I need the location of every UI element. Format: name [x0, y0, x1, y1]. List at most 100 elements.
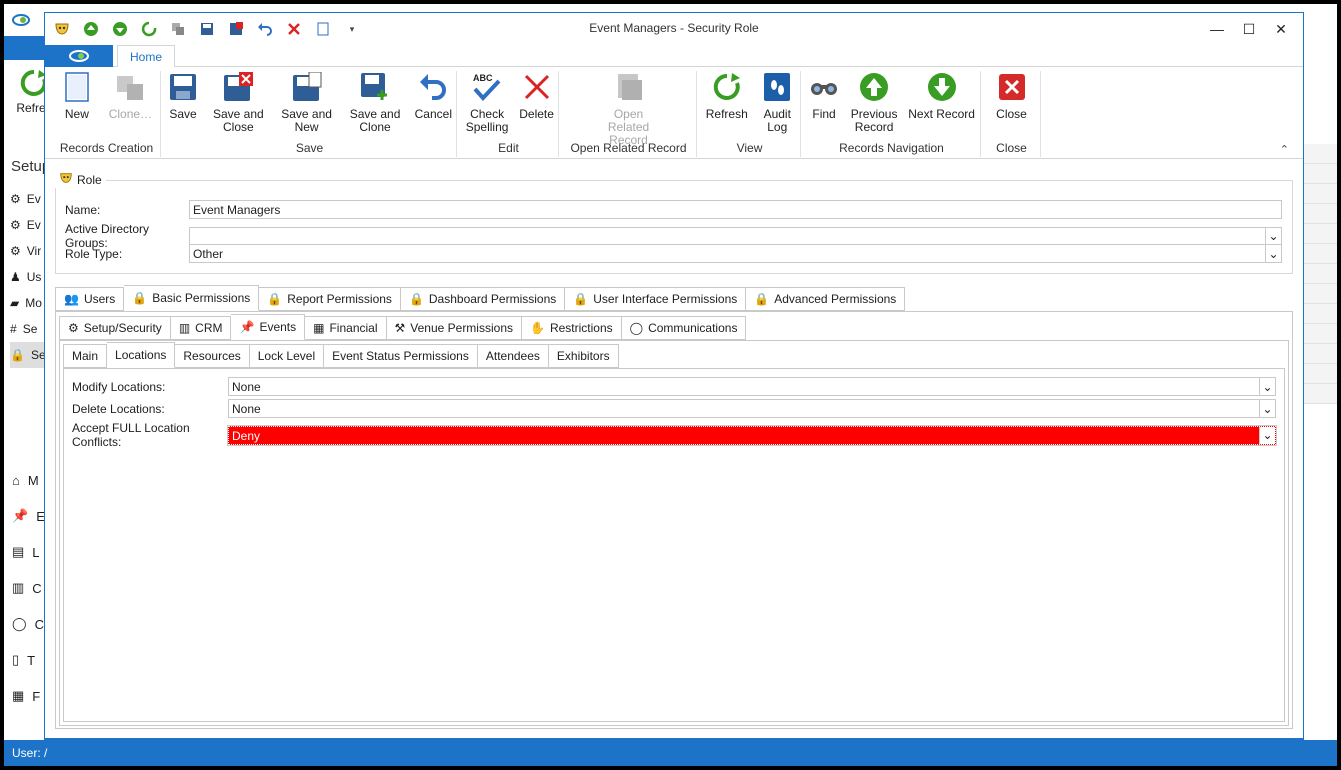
chevron-down-icon[interactable]: ⌄	[1265, 245, 1281, 262]
bg-nav-item[interactable]: ▤ L	[12, 534, 45, 570]
ad-groups-field[interactable]: ⌄	[189, 226, 1282, 246]
accept-full-conflicts-select[interactable]: Deny ⌄	[227, 424, 1277, 446]
new-label: New	[64, 107, 89, 121]
bg-list-item[interactable]: ▰ Mo	[10, 290, 46, 316]
tab-label: Event Status Permissions	[332, 349, 469, 363]
clone-icon	[114, 71, 146, 103]
refresh-icon	[711, 71, 743, 103]
calculator-icon: ▦	[313, 321, 325, 335]
close-button[interactable]: Close	[992, 71, 1032, 121]
bg-list-item[interactable]: # Se	[10, 316, 46, 342]
collapse-ribbon-icon[interactable]: ⌃	[1280, 143, 1289, 156]
delete-locations-select[interactable]: None ⌄	[228, 399, 1276, 418]
save-and-close-label: Save and Close	[212, 107, 264, 134]
users-icon: 👥	[64, 292, 79, 306]
open-related-record-button[interactable]: Open Related Record	[589, 71, 669, 147]
new-button[interactable]: New	[57, 71, 97, 121]
title-bar[interactable]: ▾ Event Managers - Security Role — ☐ ✕	[45, 13, 1303, 45]
group-close: Close Close	[983, 71, 1041, 157]
tab-crm[interactable]: ▥ CRM	[170, 316, 232, 340]
tab-events[interactable]: 📌 Events	[231, 314, 306, 340]
tab-basic-permissions[interactable]: 🔒 Basic Permissions	[124, 285, 260, 311]
bg-list-item[interactable]: ⚙ Vir	[10, 238, 46, 264]
minimize-button[interactable]: —	[1203, 17, 1231, 41]
delete-icon	[521, 71, 553, 103]
tab-setup-security[interactable]: ⚙ Setup/Security	[59, 316, 171, 340]
maximize-button[interactable]: ☐	[1235, 17, 1263, 41]
audit-log-button[interactable]: Audit Log	[757, 71, 797, 134]
related-record-icon	[613, 71, 645, 103]
tab-restrictions[interactable]: ✋ Restrictions	[522, 316, 622, 340]
stop-hand-icon: ✋	[530, 321, 545, 335]
close-window-button[interactable]: ✕	[1267, 17, 1295, 41]
permissions-tabs: 👥 Users 🔒 Basic Permissions 🔒 Report Permis…	[55, 285, 906, 311]
save-and-new-button[interactable]: Save and New	[274, 71, 340, 134]
role-type-field[interactable]: Other ⌄	[189, 244, 1282, 263]
name-field[interactable]: Event Managers	[189, 200, 1282, 219]
security-role-window: ▾ Event Managers - Security Role — ☐ ✕ H…	[44, 12, 1304, 745]
tab-advanced-permissions[interactable]: 🔒 Advanced Permissions	[746, 287, 906, 311]
group-label: View	[736, 141, 763, 155]
bg-nav-item[interactable]: ⌂ M	[12, 462, 45, 498]
bg-list-item[interactable]: 🔒 Se	[10, 342, 46, 368]
chevron-down-icon[interactable]: ⌄	[1265, 227, 1281, 245]
accept-full-conflicts-value: Deny	[232, 428, 261, 443]
undo-icon	[417, 71, 449, 103]
find-label: Find	[812, 107, 836, 121]
tab-dashboard-permissions[interactable]: 🔒 Dashboard Permissions	[400, 287, 566, 311]
tab-financial[interactable]: ▦ Financial	[305, 316, 387, 340]
refresh-button[interactable]: Refresh	[702, 71, 752, 134]
tab-event-status-permissions[interactable]: Event Status Permissions	[324, 344, 478, 368]
bg-list-item[interactable]: ♟ Us	[10, 264, 46, 290]
group-save: Save Save and Close Save and New Save an…	[163, 71, 457, 157]
save-button[interactable]: Save	[163, 71, 203, 134]
tab-resources[interactable]: Resources	[175, 344, 250, 368]
tab-locations[interactable]: Locations	[107, 342, 176, 368]
tab-user-interface-permissions[interactable]: 🔒 User Interface Permissions	[565, 287, 747, 311]
bg-nav-item[interactable]: ▦ F	[12, 678, 45, 714]
tab-exhibitors[interactable]: Exhibitors	[548, 344, 619, 368]
chevron-down-icon[interactable]: ⌄	[1259, 378, 1275, 395]
lock-icon: 🔒	[573, 292, 589, 306]
bg-list-label: Ev	[26, 192, 41, 206]
tab-users[interactable]: 👥 Users	[55, 287, 125, 311]
bg-list-item[interactable]: ⚙ Ev	[10, 186, 46, 212]
chevron-down-icon[interactable]: ⌄	[1259, 426, 1275, 444]
clone-button[interactable]: Clone…	[105, 71, 156, 121]
gear-icon: ⚙	[10, 244, 21, 258]
file-tab[interactable]	[45, 45, 113, 67]
bg-nav-item[interactable]: 📌 E	[12, 498, 45, 534]
check-spelling-button[interactable]: ABC Check Spelling	[459, 71, 515, 134]
tab-home[interactable]: Home	[117, 45, 176, 68]
chevron-down-icon[interactable]: ⌄	[1259, 400, 1275, 417]
delete-button[interactable]: Delete	[515, 71, 558, 134]
previous-record-button[interactable]: Previous Record	[846, 71, 902, 134]
gear-icon: ⚙	[68, 321, 79, 335]
delete-locations-label: Delete Locations:	[72, 401, 165, 416]
save-and-close-button[interactable]: Save and Close	[203, 71, 274, 134]
group-open-related-record: Open Related Record Open Related Record	[561, 71, 697, 157]
role-type-label: Role Type:	[65, 246, 123, 261]
modify-locations-select[interactable]: None ⌄	[228, 377, 1276, 396]
bg-list-label: Us	[26, 270, 42, 284]
user-icon: ♟	[10, 270, 21, 284]
bg-nav-item[interactable]: ▥ C	[12, 570, 45, 606]
bg-list-item[interactable]: ⚙ Ev	[10, 212, 46, 238]
tab-label: Report Permissions	[287, 292, 392, 306]
tab-attendees[interactable]: Attendees	[477, 344, 549, 368]
lock-icon: 🔒	[10, 348, 25, 362]
audit-log-label: Audit Log	[763, 107, 791, 134]
next-record-button[interactable]: Next Record	[904, 71, 979, 134]
down-arrow-icon	[926, 71, 958, 103]
bg-nav-item[interactable]: ◯ C	[12, 606, 45, 642]
tab-main[interactable]: Main	[63, 344, 108, 368]
find-button[interactable]: Find	[804, 71, 844, 134]
save-and-clone-button[interactable]: Save and Clone	[339, 71, 410, 134]
tab-lock-level[interactable]: Lock Level	[249, 344, 325, 368]
cancel-button[interactable]: Cancel	[411, 71, 456, 134]
tab-report-permissions[interactable]: 🔒 Report Permissions	[259, 287, 401, 311]
module-icon: ▰	[10, 296, 20, 310]
tab-venue-permissions[interactable]: ⚒ Venue Permissions	[386, 316, 522, 340]
bg-nav-item[interactable]: ▯ T	[12, 642, 45, 678]
tab-communications[interactable]: ◯ Communications	[621, 316, 747, 340]
